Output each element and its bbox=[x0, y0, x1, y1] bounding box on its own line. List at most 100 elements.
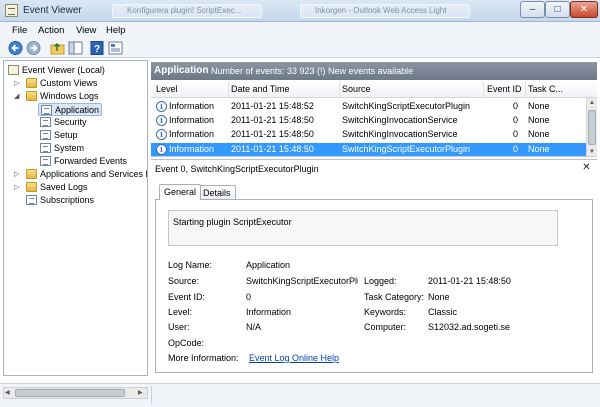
expand-icon[interactable]: ▷ bbox=[14, 79, 21, 88]
status-divider bbox=[151, 386, 152, 404]
tree-item-root[interactable]: Event Viewer (Local) bbox=[8, 64, 146, 77]
scroll-thumb[interactable] bbox=[588, 110, 596, 145]
task-category-value: None bbox=[428, 292, 450, 302]
background-window-tab[interactable]: Inkorgen - Outlook Web Access Light bbox=[300, 4, 470, 18]
folder-icon bbox=[26, 182, 37, 192]
menu-action[interactable]: Action bbox=[38, 25, 64, 36]
event-level: Information bbox=[169, 129, 215, 139]
event-id: 0 bbox=[513, 129, 519, 139]
up-folder-icon[interactable] bbox=[50, 41, 65, 55]
navigation-tree: Event Viewer (Local) ▷ Custom Views ◢ Wi… bbox=[3, 60, 148, 376]
logged-label: Logged: bbox=[364, 276, 397, 286]
computer-value: S12032.ad.sogeti.se bbox=[428, 322, 511, 332]
tab-general[interactable]: General bbox=[159, 184, 202, 200]
column-header-date-time[interactable]: Date and Time bbox=[231, 84, 290, 94]
event-row[interactable]: i Information 2011-01-21 15:48:50 Switch… bbox=[151, 114, 586, 127]
scroll-down-arrow-icon[interactable]: ▼ bbox=[587, 147, 597, 156]
event-task: None bbox=[528, 101, 550, 111]
tab-details[interactable]: Details bbox=[198, 185, 236, 200]
tree-item-forwarded-events[interactable]: Forwarded Events bbox=[40, 155, 144, 168]
column-divider[interactable] bbox=[339, 81, 340, 98]
expand-icon[interactable]: ▷ bbox=[14, 170, 21, 179]
event-detail-title: Event 0, SwitchKingScriptExecutorPlugin bbox=[155, 164, 319, 174]
scroll-thumb[interactable] bbox=[15, 389, 125, 397]
user-label: User: bbox=[168, 322, 190, 332]
tree-item-setup[interactable]: Setup bbox=[40, 129, 140, 142]
column-divider[interactable] bbox=[483, 81, 484, 98]
tree-horizontal-scrollbar[interactable]: ◀ ▶ bbox=[3, 387, 148, 399]
scroll-left-arrow-icon[interactable]: ◀ bbox=[5, 388, 13, 398]
event-id-label: Event ID: bbox=[168, 292, 206, 302]
logged-value: 2011-01-21 15:48:50 bbox=[428, 276, 511, 286]
log-name-value: Application bbox=[246, 260, 291, 270]
maximize-button[interactable]: □ bbox=[545, 1, 570, 18]
title-bar: Event Viewer Konfigurera plugin! ScriptE… bbox=[0, 0, 600, 22]
general-tab-panel: Starting plugin ScriptExecutor Log Name:… bbox=[155, 199, 593, 373]
close-icon[interactable]: ✕ bbox=[581, 162, 592, 173]
status-bar: ◀ ▶ bbox=[0, 383, 600, 407]
event-list-scrollbar[interactable]: ▲ ▼ bbox=[586, 98, 597, 156]
event-log-online-help-link[interactable]: Event Log Online Help bbox=[249, 353, 339, 363]
tree-item-windows-logs[interactable]: ◢ Windows Logs bbox=[14, 90, 146, 103]
subscriptions-icon bbox=[26, 195, 37, 205]
tree-item-saved-logs[interactable]: ▷ Saved Logs bbox=[14, 181, 146, 194]
event-datetime: 2011-01-21 15:48:50 bbox=[231, 115, 314, 125]
information-icon: i bbox=[156, 101, 167, 112]
forward-arrow-icon[interactable] bbox=[26, 41, 41, 55]
event-datetime: 2011-01-21 15:48:50 bbox=[231, 129, 314, 139]
event-source: SwitchKingScriptExecutorPlugin bbox=[342, 101, 471, 111]
event-id-value: 0 bbox=[246, 292, 252, 302]
event-task: None bbox=[528, 129, 550, 139]
column-divider[interactable] bbox=[228, 81, 229, 98]
menu-help[interactable]: Help bbox=[106, 25, 126, 36]
expand-icon[interactable]: ▷ bbox=[14, 183, 21, 192]
source-label: Source: bbox=[168, 276, 200, 286]
log-header-bar: Application Number of events: 33 923 (!)… bbox=[151, 62, 597, 80]
minimize-button[interactable]: – bbox=[520, 1, 545, 18]
event-source: SwitchKingInvocationService bbox=[342, 115, 458, 125]
tree-item-applications-and-services[interactable]: ▷ Applications and Services Lo bbox=[14, 168, 147, 181]
tree-item-custom-views[interactable]: ▷ Custom Views bbox=[14, 77, 146, 90]
back-arrow-icon[interactable] bbox=[8, 41, 23, 55]
event-row[interactable]: i Information 2011-01-21 15:48:52 Switch… bbox=[151, 100, 586, 113]
event-count-text: Number of events: 33 923 (!) New events … bbox=[211, 66, 414, 76]
help-icon[interactable]: ? bbox=[90, 41, 105, 55]
user-value: N/A bbox=[246, 322, 262, 332]
column-header-source[interactable]: Source bbox=[342, 84, 371, 94]
information-icon: i bbox=[156, 129, 167, 140]
tree-item-label: Forwarded Events bbox=[54, 156, 128, 166]
information-icon: i bbox=[156, 115, 167, 126]
properties-icon[interactable] bbox=[108, 41, 123, 55]
menu-view[interactable]: View bbox=[76, 25, 96, 36]
information-icon: i bbox=[156, 144, 167, 155]
source-value: SwitchKingScriptExecutorPlu bbox=[246, 276, 358, 286]
tree-item-subscriptions[interactable]: Subscriptions bbox=[14, 194, 146, 207]
background-window-tab[interactable]: Konfigurera plugin! ScriptExec... bbox=[112, 4, 262, 18]
column-header-event-id[interactable]: Event ID bbox=[487, 84, 522, 94]
column-divider[interactable] bbox=[525, 81, 526, 98]
tree-item-system[interactable]: System bbox=[40, 142, 140, 155]
column-header-level[interactable]: Level bbox=[156, 84, 178, 94]
tree-item-label: Security bbox=[54, 117, 87, 127]
tree-item-application[interactable]: Application bbox=[38, 103, 102, 116]
scroll-right-arrow-icon[interactable]: ▶ bbox=[138, 388, 146, 398]
event-source: SwitchKingScriptExecutorPlugin bbox=[342, 144, 471, 154]
tree-item-security[interactable]: Security bbox=[40, 116, 140, 129]
log-icon bbox=[40, 156, 51, 166]
event-level: Information bbox=[169, 144, 215, 154]
show-hide-tree-icon[interactable] bbox=[68, 41, 83, 55]
scroll-up-arrow-icon[interactable]: ▲ bbox=[587, 98, 597, 108]
event-source: SwitchKingInvocationService bbox=[342, 129, 458, 139]
tree-item-label: Saved Logs bbox=[40, 182, 88, 192]
event-datetime: 2011-01-21 15:48:52 bbox=[231, 101, 314, 111]
level-value: Information bbox=[246, 307, 292, 317]
column-header-task-category[interactable]: Task C... bbox=[528, 84, 563, 94]
log-icon bbox=[40, 130, 51, 140]
menu-file[interactable]: File bbox=[12, 25, 27, 36]
collapse-icon[interactable]: ◢ bbox=[14, 92, 21, 101]
event-row[interactable]: i Information 2011-01-21 15:48:50 Switch… bbox=[151, 128, 586, 141]
close-window-button[interactable]: ✕ bbox=[570, 1, 598, 18]
event-description[interactable]: Starting plugin ScriptExecutor bbox=[168, 210, 558, 246]
menu-bar: File Action View Help bbox=[0, 22, 600, 39]
event-row-selected[interactable]: i Information 2011-01-21 15:48:50 Switch… bbox=[151, 143, 586, 156]
